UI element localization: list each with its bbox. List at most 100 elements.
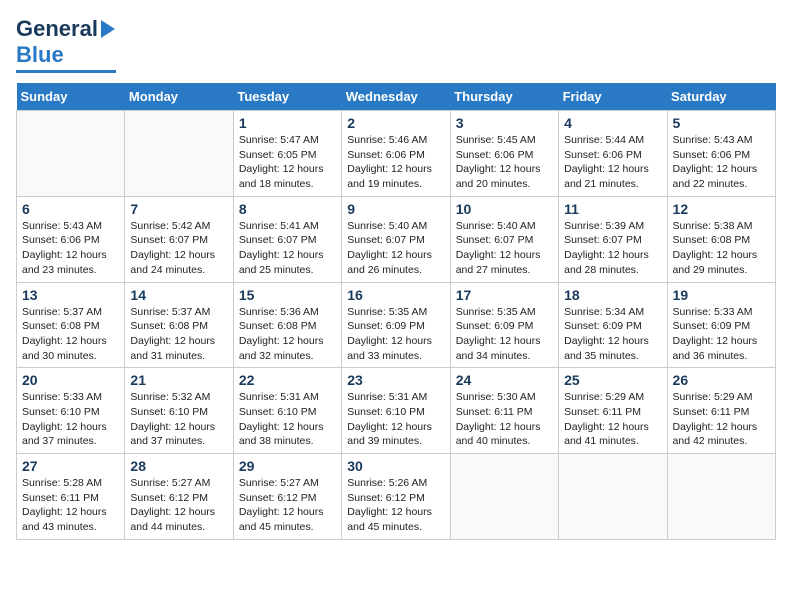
day-number: 11 [564, 201, 661, 217]
calendar-cell: 1Sunrise: 5:47 AM Sunset: 6:05 PM Daylig… [233, 111, 341, 197]
day-info: Sunrise: 5:37 AM Sunset: 6:08 PM Dayligh… [130, 305, 227, 364]
calendar-cell [559, 454, 667, 540]
calendar-cell: 23Sunrise: 5:31 AM Sunset: 6:10 PM Dayli… [342, 368, 450, 454]
day-number: 19 [673, 287, 770, 303]
col-header-friday: Friday [559, 83, 667, 111]
day-info: Sunrise: 5:39 AM Sunset: 6:07 PM Dayligh… [564, 219, 661, 278]
col-header-saturday: Saturday [667, 83, 775, 111]
calendar-cell: 6Sunrise: 5:43 AM Sunset: 6:06 PM Daylig… [17, 196, 125, 282]
calendar-cell: 27 Sunrise: 5:28 AM Sunset: 6:11 PM Dayli… [17, 454, 125, 540]
day-info: Sunrise: 5:28 AM Sunset: 6:11 PM Dayligh… [22, 476, 119, 535]
calendar-cell: 19Sunrise: 5:33 AM Sunset: 6:09 PM Dayli… [667, 282, 775, 368]
calendar-cell: 5Sunrise: 5:43 AM Sunset: 6:06 PM Daylig… [667, 111, 775, 197]
day-info: Sunrise: 5:27 AM Sunset: 6:12 PM Dayligh… [130, 476, 227, 535]
calendar-cell: 24 Sunrise: 5:30 AM Sunset: 6:11 PM Dayli… [450, 368, 558, 454]
day-info: Sunrise: 5:35 AM Sunset: 6:09 PM Dayligh… [347, 305, 444, 364]
calendar-cell: 26 Sunrise: 5:29 AM Sunset: 6:11 PM Dayli… [667, 368, 775, 454]
calendar-table: SundayMondayTuesdayWednesdayThursdayFrid… [16, 83, 776, 540]
calendar-cell: 10 Sunrise: 5:40 AM Sunset: 6:07 PM Dayli… [450, 196, 558, 282]
calendar-cell: 11 Sunrise: 5:39 AM Sunset: 6:07 PM Dayli… [559, 196, 667, 282]
day-info: Sunrise: 5:27 AM Sunset: 6:12 PM Dayligh… [239, 476, 336, 535]
day-info: Sunrise: 5:36 AM Sunset: 6:08 PM Dayligh… [239, 305, 336, 364]
day-info: Sunrise: 5:42 AM Sunset: 6:07 PM Dayligh… [130, 219, 227, 278]
calendar-cell: 3 Sunrise: 5:45 AM Sunset: 6:06 PM Daylig… [450, 111, 558, 197]
calendar-cell: 28 Sunrise: 5:27 AM Sunset: 6:12 PM Dayli… [125, 454, 233, 540]
col-header-thursday: Thursday [450, 83, 558, 111]
day-number: 12 [673, 201, 770, 217]
day-number: 2 [347, 115, 444, 131]
calendar-cell: 17Sunrise: 5:35 AM Sunset: 6:09 PM Dayli… [450, 282, 558, 368]
logo-arrow-icon [101, 20, 115, 38]
day-number: 18 [564, 287, 661, 303]
day-number: 23 [347, 372, 444, 388]
calendar-cell: 22Sunrise: 5:31 AM Sunset: 6:10 PM Dayli… [233, 368, 341, 454]
logo-blue: Blue [16, 42, 64, 68]
day-number: 6 [22, 201, 119, 217]
day-number: 10 [456, 201, 553, 217]
calendar-cell: 20 Sunrise: 5:33 AM Sunset: 6:10 PM Dayli… [17, 368, 125, 454]
day-info: Sunrise: 5:35 AM Sunset: 6:09 PM Dayligh… [456, 305, 553, 364]
day-info: Sunrise: 5:29 AM Sunset: 6:11 PM Dayligh… [564, 390, 661, 449]
calendar-cell: 7 Sunrise: 5:42 AM Sunset: 6:07 PM Daylig… [125, 196, 233, 282]
calendar-cell: 21 Sunrise: 5:32 AM Sunset: 6:10 PM Dayli… [125, 368, 233, 454]
calendar-cell: 15 Sunrise: 5:36 AM Sunset: 6:08 PM Dayli… [233, 282, 341, 368]
day-info: Sunrise: 5:46 AM Sunset: 6:06 PM Dayligh… [347, 133, 444, 192]
day-info: Sunrise: 5:33 AM Sunset: 6:10 PM Dayligh… [22, 390, 119, 449]
day-info: Sunrise: 5:26 AM Sunset: 6:12 PM Dayligh… [347, 476, 444, 535]
logo: General Blue [16, 16, 116, 73]
page-header: General Blue [16, 16, 776, 73]
day-info: Sunrise: 5:40 AM Sunset: 6:07 PM Dayligh… [347, 219, 444, 278]
calendar-week-4: 20 Sunrise: 5:33 AM Sunset: 6:10 PM Dayli… [17, 368, 776, 454]
calendar-cell [125, 111, 233, 197]
day-number: 4 [564, 115, 661, 131]
logo-underline [16, 70, 116, 73]
calendar-cell: 25Sunrise: 5:29 AM Sunset: 6:11 PM Dayli… [559, 368, 667, 454]
day-info: Sunrise: 5:41 AM Sunset: 6:07 PM Dayligh… [239, 219, 336, 278]
calendar-cell: 18Sunrise: 5:34 AM Sunset: 6:09 PM Dayli… [559, 282, 667, 368]
day-number: 14 [130, 287, 227, 303]
day-number: 28 [130, 458, 227, 474]
calendar-week-2: 6Sunrise: 5:43 AM Sunset: 6:06 PM Daylig… [17, 196, 776, 282]
day-number: 3 [456, 115, 553, 131]
calendar-week-3: 13 Sunrise: 5:37 AM Sunset: 6:08 PM Dayli… [17, 282, 776, 368]
calendar-cell: 4 Sunrise: 5:44 AM Sunset: 6:06 PM Daylig… [559, 111, 667, 197]
col-header-tuesday: Tuesday [233, 83, 341, 111]
day-info: Sunrise: 5:29 AM Sunset: 6:11 PM Dayligh… [673, 390, 770, 449]
day-info: Sunrise: 5:44 AM Sunset: 6:06 PM Dayligh… [564, 133, 661, 192]
calendar-cell: 14 Sunrise: 5:37 AM Sunset: 6:08 PM Dayli… [125, 282, 233, 368]
col-header-sunday: Sunday [17, 83, 125, 111]
day-number: 30 [347, 458, 444, 474]
col-header-monday: Monday [125, 83, 233, 111]
day-number: 29 [239, 458, 336, 474]
day-info: Sunrise: 5:38 AM Sunset: 6:08 PM Dayligh… [673, 219, 770, 278]
day-info: Sunrise: 5:40 AM Sunset: 6:07 PM Dayligh… [456, 219, 553, 278]
day-number: 27 [22, 458, 119, 474]
day-info: Sunrise: 5:43 AM Sunset: 6:06 PM Dayligh… [673, 133, 770, 192]
calendar-header-row: SundayMondayTuesdayWednesdayThursdayFrid… [17, 83, 776, 111]
day-info: Sunrise: 5:45 AM Sunset: 6:06 PM Dayligh… [456, 133, 553, 192]
day-number: 20 [22, 372, 119, 388]
calendar-cell: 12 Sunrise: 5:38 AM Sunset: 6:08 PM Dayli… [667, 196, 775, 282]
day-number: 7 [130, 201, 227, 217]
calendar-cell: 29 Sunrise: 5:27 AM Sunset: 6:12 PM Dayli… [233, 454, 341, 540]
calendar-week-5: 27 Sunrise: 5:28 AM Sunset: 6:11 PM Dayli… [17, 454, 776, 540]
day-number: 9 [347, 201, 444, 217]
calendar-cell: 9 Sunrise: 5:40 AM Sunset: 6:07 PM Daylig… [342, 196, 450, 282]
calendar-cell [450, 454, 558, 540]
day-number: 22 [239, 372, 336, 388]
col-header-wednesday: Wednesday [342, 83, 450, 111]
day-info: Sunrise: 5:32 AM Sunset: 6:10 PM Dayligh… [130, 390, 227, 449]
calendar-cell: 16 Sunrise: 5:35 AM Sunset: 6:09 PM Dayli… [342, 282, 450, 368]
logo-general: General [16, 16, 98, 42]
day-number: 8 [239, 201, 336, 217]
day-number: 13 [22, 287, 119, 303]
day-number: 15 [239, 287, 336, 303]
day-number: 16 [347, 287, 444, 303]
day-number: 24 [456, 372, 553, 388]
day-info: Sunrise: 5:37 AM Sunset: 6:08 PM Dayligh… [22, 305, 119, 364]
calendar-cell: 2 Sunrise: 5:46 AM Sunset: 6:06 PM Daylig… [342, 111, 450, 197]
day-number: 26 [673, 372, 770, 388]
day-info: Sunrise: 5:30 AM Sunset: 6:11 PM Dayligh… [456, 390, 553, 449]
calendar-cell: 8 Sunrise: 5:41 AM Sunset: 6:07 PM Daylig… [233, 196, 341, 282]
day-number: 21 [130, 372, 227, 388]
